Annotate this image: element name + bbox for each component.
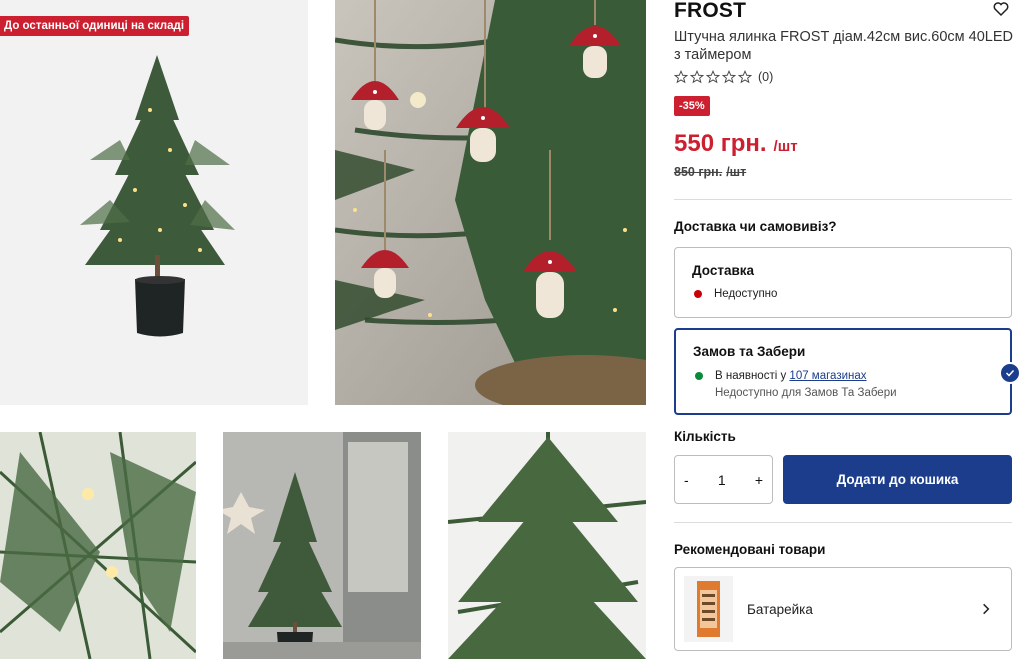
star-outline-icon (690, 70, 704, 84)
recommended-item-name: Батарейка (747, 602, 813, 617)
star-outline-icon (674, 70, 688, 84)
product-image-needles[interactable] (448, 432, 646, 659)
check-icon (999, 362, 1021, 384)
quantity-stepper[interactable]: - 1 + (674, 455, 773, 504)
stock-badge: До останньої одиниці на складі (0, 16, 190, 36)
pickup-option[interactable]: Замов та Забери В наявності у 107 магази… (674, 328, 1021, 415)
discount-badge: -35% (674, 96, 710, 116)
product-image-mushrooms[interactable] (335, 0, 646, 405)
quantity-value[interactable]: 1 (718, 472, 726, 488)
brand-name: FROST (674, 0, 747, 22)
review-count[interactable]: (0) (758, 70, 773, 84)
quantity-label: Кількість (674, 429, 736, 444)
quantity-increase-button[interactable]: + (755, 472, 763, 488)
status-dot-red (694, 290, 702, 298)
status-dot-green (695, 372, 703, 380)
rating[interactable]: (0) (674, 70, 773, 84)
product-image-interior[interactable] (223, 432, 421, 659)
star-outline-icon (722, 70, 736, 84)
price-value: 550 грн. (674, 130, 767, 157)
delivery-question: Доставка чи самовивіз? (674, 219, 837, 234)
star-outline-icon (706, 70, 720, 84)
product-image-branch-closeup[interactable] (0, 432, 196, 659)
chevron-right-icon (983, 603, 990, 615)
quantity-decrease-button[interactable]: - (684, 472, 689, 488)
delivery-status: Недоступно (694, 288, 777, 300)
stores-link[interactable]: 107 магазинах (789, 370, 866, 382)
heart-icon[interactable] (992, 0, 1010, 18)
recommended-item-image (684, 576, 733, 642)
availability-prefix: В наявності у (715, 370, 787, 382)
product-title: Штучна ялинка FROST діам.42см вис.60см 4… (674, 29, 1013, 63)
pickup-title: Замов та Забери (693, 344, 806, 359)
divider (674, 522, 1012, 523)
pickup-note-text: Недоступно для Замов Та Забери (715, 387, 897, 399)
delivery-status-text: Недоступно (714, 288, 778, 300)
pickup-note: Недоступно для Замов Та Забери (715, 387, 897, 399)
product-image-main[interactable]: До останньої одиниці на складі (0, 0, 308, 405)
price-unit: /шт (773, 138, 798, 155)
star-outline-icon (738, 70, 752, 84)
recommended-title: Рекомендовані товари (674, 542, 826, 557)
recommended-item[interactable]: Батарейка (674, 567, 1012, 651)
current-price: 550 грн. /шт (674, 130, 798, 158)
old-price: 850 грн. /шт (674, 165, 746, 179)
add-to-cart-button[interactable]: Додати до кошика (783, 455, 1012, 504)
old-price-value: 850 грн. (674, 165, 723, 179)
delivery-title: Доставка (692, 263, 755, 278)
product-info-panel: FROST Штучна ялинка FROST діам.42см вис.… (674, 0, 1021, 659)
delivery-option[interactable]: Доставка Недоступно (674, 247, 1012, 318)
pickup-availability: В наявності у 107 магазинах (695, 370, 867, 382)
old-price-unit: /шт (726, 165, 747, 179)
divider (674, 199, 1012, 200)
